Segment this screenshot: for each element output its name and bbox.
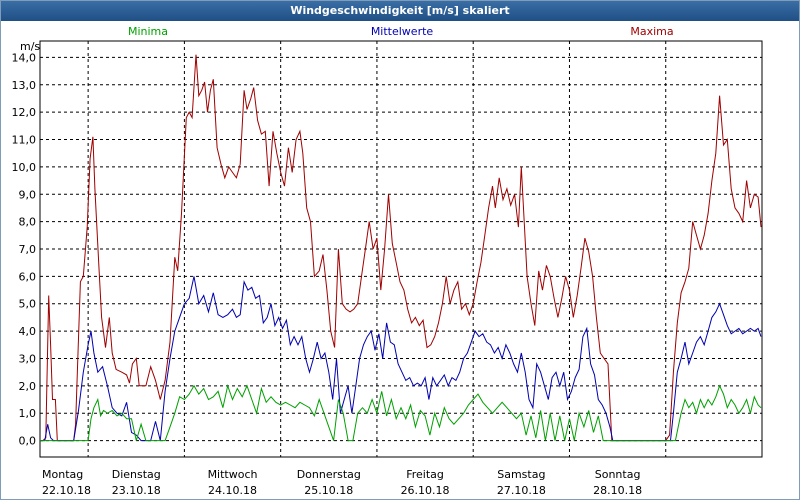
y-tick-label: 3,0 bbox=[19, 352, 37, 365]
date-label: 28.10.18 bbox=[593, 484, 642, 497]
date-label: 23.10.18 bbox=[112, 484, 161, 497]
day-label: Mittwoch bbox=[208, 468, 258, 481]
grid bbox=[40, 41, 762, 457]
day-label: Montag bbox=[42, 468, 83, 481]
y-tick-label: 14,0 bbox=[12, 51, 37, 64]
y-tick-label: 8,0 bbox=[19, 216, 37, 229]
wind-speed-chart: 0,0 1,0 2,0 3,0 4,0 5,0 6,0 7,0 8,0 9,0 10,0 11,0 12… bbox=[12, 25, 763, 497]
y-tick-label: 6,0 bbox=[19, 270, 37, 283]
date-label: 26.10.18 bbox=[401, 484, 450, 497]
y-tick-label: 10,0 bbox=[12, 161, 37, 174]
legend: Minima Mittelwerte Maxima bbox=[128, 25, 674, 38]
date-label: 24.10.18 bbox=[208, 484, 257, 497]
y-tick-label: 4,0 bbox=[19, 325, 37, 338]
y-tick-label: 2,0 bbox=[19, 380, 37, 393]
y-tick-label: 13,0 bbox=[12, 79, 37, 92]
date-label: 27.10.18 bbox=[497, 484, 546, 497]
legend-mittelwerte: Mittelwerte bbox=[371, 25, 434, 38]
date-label: 22.10.18 bbox=[42, 484, 91, 497]
y-tick-label: 1,0 bbox=[19, 407, 37, 420]
y-tick-label: 9,0 bbox=[19, 188, 37, 201]
day-label: Sonntag bbox=[595, 468, 641, 481]
y-tick-label: 0,0 bbox=[19, 435, 37, 448]
day-label: Freitag bbox=[406, 468, 444, 481]
day-label: Dienstag bbox=[112, 468, 161, 481]
y-axis-label: m/s bbox=[20, 40, 40, 53]
y-tick-label: 5,0 bbox=[19, 298, 37, 311]
legend-minima: Minima bbox=[128, 25, 168, 38]
y-tick-label: 7,0 bbox=[19, 243, 37, 256]
date-label: 25.10.18 bbox=[304, 484, 353, 497]
y-tick-label: 12,0 bbox=[12, 106, 37, 119]
day-label: Donnerstag bbox=[297, 468, 361, 481]
y-tick-label: 11,0 bbox=[12, 134, 37, 147]
day-label: Samstag bbox=[497, 468, 545, 481]
legend-maxima: Maxima bbox=[630, 25, 673, 38]
